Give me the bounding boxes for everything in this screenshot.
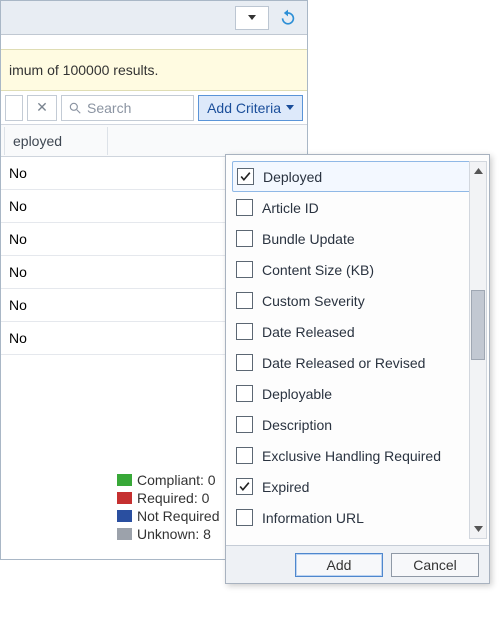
search-input[interactable]: Search — [61, 95, 194, 121]
legend-label: Compliant: 0 — [137, 472, 216, 488]
cell-deployed: No — [1, 297, 108, 313]
cell-deployed: No — [1, 231, 108, 247]
criteria-item[interactable]: Deployed — [232, 161, 485, 192]
scroll-track[interactable] — [470, 180, 486, 520]
cancel-button-label: Cancel — [413, 557, 457, 573]
status-legend: Compliant: 0 Required: 0 Not Required Unkno… — [117, 471, 220, 543]
criteria-item[interactable]: Custom Severity — [232, 285, 485, 316]
criteria-label: Information URL — [262, 510, 364, 526]
search-icon — [68, 101, 82, 115]
checkbox[interactable] — [236, 478, 253, 495]
info-text: imum of 100000 results. — [9, 62, 158, 78]
criteria-item[interactable]: Information URL — [232, 502, 485, 533]
criteria-label: Bundle Update — [262, 231, 355, 247]
cell-deployed: No — [1, 198, 108, 214]
legend-item: Not Required — [117, 507, 220, 525]
add-criteria-label: Add Criteria — [207, 100, 281, 116]
add-button-label: Add — [327, 557, 352, 573]
close-icon: ✕ — [36, 99, 48, 116]
criteria-label: Date Released — [262, 324, 355, 340]
scroll-thumb[interactable] — [471, 290, 485, 360]
legend-label: Required: 0 — [137, 490, 209, 506]
scroll-up-button[interactable] — [470, 162, 486, 180]
info-bar: imum of 100000 results. — [1, 49, 307, 91]
legend-swatch — [117, 510, 132, 522]
checkbox[interactable] — [236, 261, 253, 278]
cancel-button[interactable]: Cancel — [391, 553, 479, 577]
legend-swatch — [117, 492, 132, 504]
checkbox[interactable] — [236, 230, 253, 247]
cell-deployed: No — [1, 264, 108, 280]
legend-label: Unknown: 8 — [137, 526, 211, 542]
add-criteria-button[interactable]: Add Criteria — [198, 95, 303, 121]
checkbox[interactable] — [237, 168, 254, 185]
criteria-item[interactable]: Expired — [232, 471, 485, 502]
criteria-item[interactable]: Exclusive Handling Required — [232, 440, 485, 471]
check-icon — [238, 480, 251, 493]
cell-deployed: No — [1, 165, 108, 181]
chevron-down-icon — [248, 15, 256, 20]
checkbox[interactable] — [236, 199, 253, 216]
top-toolbar — [1, 1, 307, 35]
legend-item: Compliant: 0 — [117, 471, 220, 489]
legend-item: Required: 0 — [117, 489, 220, 507]
scrollbar[interactable] — [469, 161, 487, 539]
criteria-item[interactable]: Deployable — [232, 378, 485, 409]
criteria-label: Deployable — [262, 386, 332, 402]
criteria-label: Date Released or Revised — [262, 355, 425, 371]
criteria-label: Description — [262, 417, 332, 433]
chevron-down-icon — [286, 105, 294, 110]
criteria-item[interactable]: Bundle Update — [232, 223, 485, 254]
refresh-button[interactable] — [275, 5, 301, 31]
clear-filter-button[interactable]: ✕ — [27, 95, 57, 121]
checkbox[interactable] — [236, 292, 253, 309]
add-button[interactable]: Add — [295, 553, 383, 577]
filter-row: ✕ Search Add Criteria — [1, 91, 307, 125]
legend-swatch — [117, 528, 132, 540]
checkbox[interactable] — [236, 385, 253, 402]
legend-swatch — [117, 474, 132, 486]
checkbox[interactable] — [236, 447, 253, 464]
criteria-label: Content Size (KB) — [262, 262, 374, 278]
criteria-button-row: Add Cancel — [226, 545, 489, 583]
refresh-icon — [278, 8, 298, 28]
criteria-label: Exclusive Handling Required — [262, 448, 441, 464]
filter-grip — [5, 95, 23, 121]
checkbox[interactable] — [236, 509, 253, 526]
column-header-label: eployed — [13, 133, 62, 149]
criteria-label: Custom Severity — [262, 293, 365, 309]
scroll-down-button[interactable] — [470, 520, 486, 538]
column-header-deployed[interactable]: eployed — [4, 127, 108, 155]
criteria-item[interactable]: Description — [232, 409, 485, 440]
criteria-item[interactable]: Date Released — [232, 316, 485, 347]
criteria-item[interactable]: Content Size (KB) — [232, 254, 485, 285]
checkbox[interactable] — [236, 416, 253, 433]
column-header-blank[interactable] — [108, 135, 307, 147]
legend-item: Unknown: 8 — [117, 525, 220, 543]
search-placeholder: Search — [87, 100, 131, 116]
criteria-item[interactable]: Date Released or Revised — [232, 347, 485, 378]
criteria-item[interactable]: Article ID — [232, 192, 485, 223]
grid-header: eployed — [1, 125, 307, 157]
criteria-list: Deployed Article ID Bundle Update Content S… — [226, 155, 489, 545]
cell-deployed: No — [1, 330, 108, 346]
criteria-dropdown-panel: Deployed Article ID Bundle Update Content S… — [225, 154, 490, 584]
criteria-label: Deployed — [263, 169, 322, 185]
legend-label: Not Required — [137, 508, 220, 524]
criteria-label: Article ID — [262, 200, 319, 216]
view-dropdown-button[interactable] — [235, 6, 269, 30]
checkbox[interactable] — [236, 354, 253, 371]
criteria-label: Expired — [262, 479, 309, 495]
checkbox[interactable] — [236, 323, 253, 340]
check-icon — [239, 170, 252, 183]
